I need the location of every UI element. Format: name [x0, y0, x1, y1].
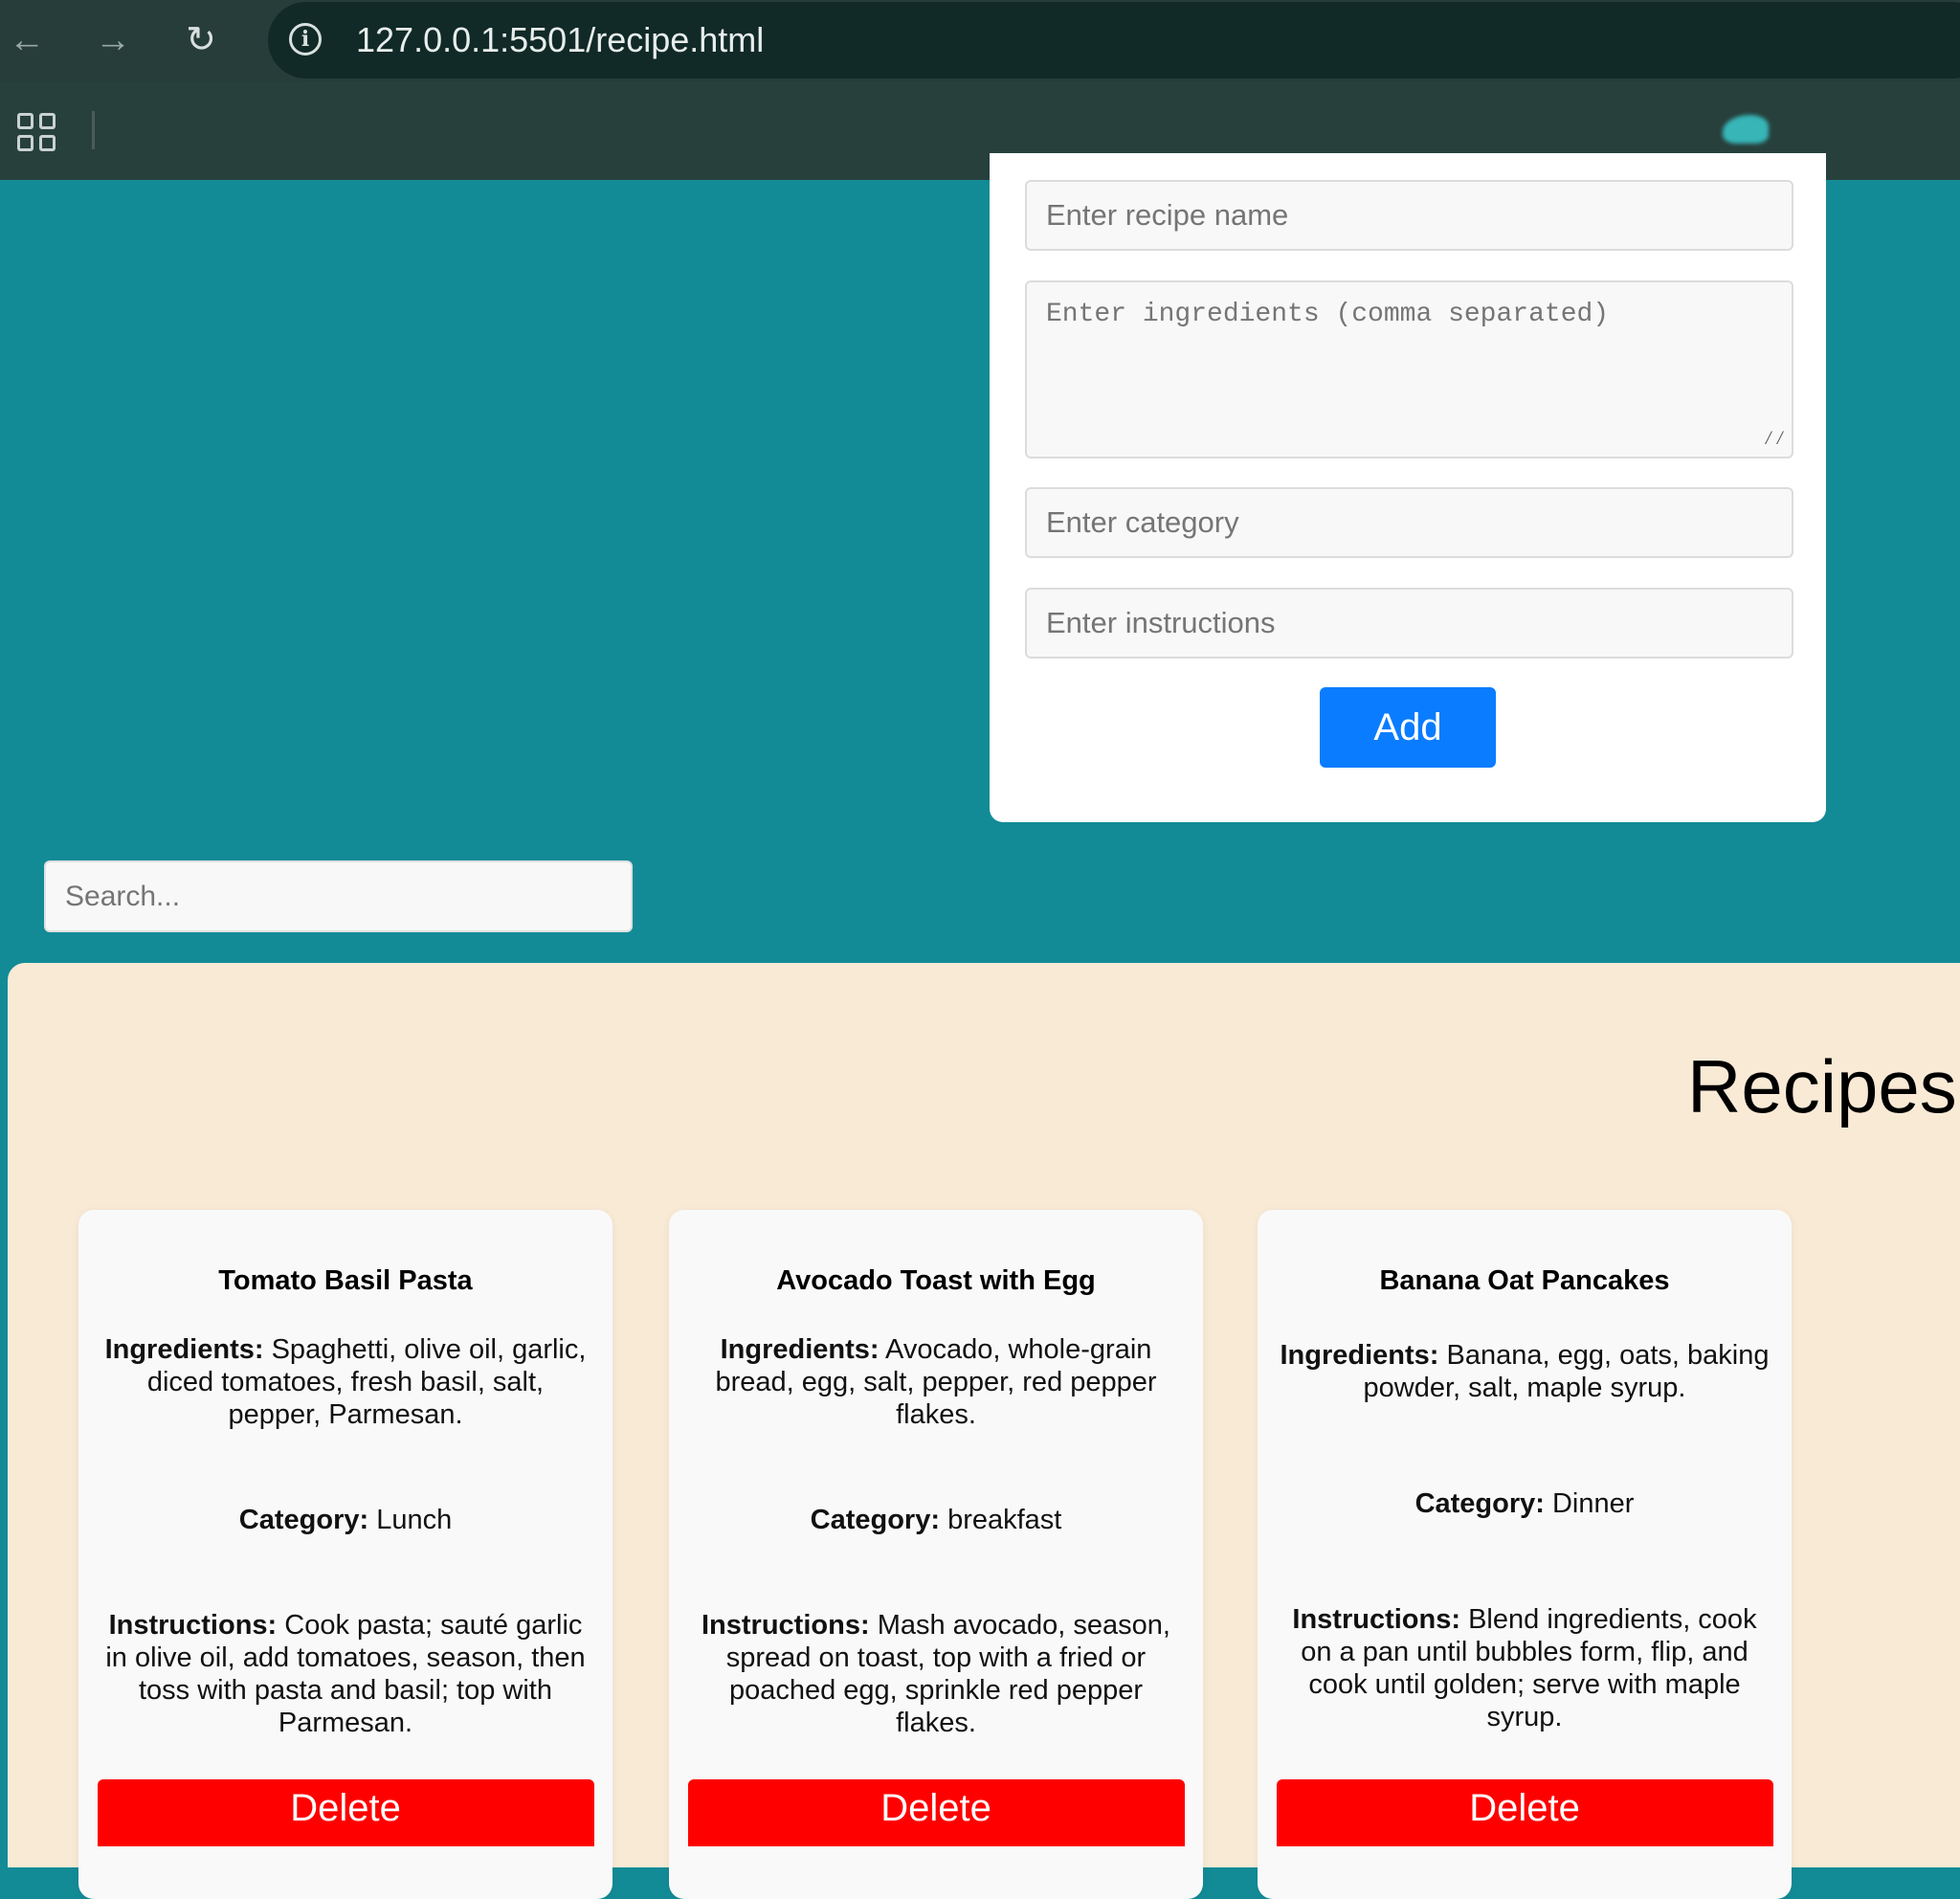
apps-grid-icon[interactable] — [17, 113, 56, 151]
recipe-title: Banana Oat Pancakes — [1379, 1265, 1670, 1296]
instructions-input[interactable]: Enter instructions — [1025, 588, 1793, 659]
url-text[interactable]: 127.0.0.1:5501/recipe.html — [356, 19, 764, 61]
recipe-category: Category: breakfast — [810, 1505, 1062, 1535]
recipe-category: Category: Dinner — [1414, 1487, 1635, 1519]
search-input[interactable]: Search... — [44, 860, 633, 932]
recipe-card: Banana Oat Pancakes Ingredients: Banana,… — [1258, 1210, 1792, 1899]
recipe-title: Avocado Toast with Egg — [776, 1265, 1096, 1296]
delete-button[interactable]: Delete — [1276, 1779, 1773, 1846]
resize-handle-icon[interactable]: ⁄⁄ — [1763, 429, 1786, 451]
recipe-name-input[interactable]: Enter recipe name — [1025, 180, 1793, 251]
recipe-instructions: Instructions: Mash avocado, season, spre… — [702, 1610, 1170, 1738]
recipe-ingredients: Ingredients: Banana, egg, oats, baking p… — [1280, 1339, 1770, 1403]
browser-toolbar: ← → ↻ i 127.0.0.1:5501/recipe.html — [0, 0, 1960, 81]
recipe-card: Avocado Toast with Egg Ingredients: Avoc… — [669, 1210, 1203, 1899]
category-input[interactable]: Enter category — [1025, 487, 1793, 558]
recipe-category: Category: Lunch — [238, 1505, 453, 1535]
delete-button[interactable]: Delete — [687, 1779, 1185, 1846]
recipe-ingredients: Ingredients: Avocado, whole-grain bread,… — [715, 1334, 1157, 1430]
add-button[interactable]: Add — [1320, 687, 1496, 768]
recipe-instructions: Instructions: Cook pasta; sauté garlic i… — [105, 1610, 586, 1738]
site-info-icon[interactable]: i — [289, 23, 322, 56]
ingredients-placeholder: Enter ingredients (comma separated) — [1046, 300, 1610, 329]
bookmarks-divider — [92, 111, 95, 149]
delete-button[interactable]: Delete — [97, 1779, 594, 1846]
recipe-instructions: Instructions: Blend ingredients, cook on… — [1292, 1604, 1757, 1733]
forward-arrow-icon[interactable]: → — [90, 17, 136, 63]
ingredients-textarea[interactable]: Enter ingredients (comma separated) ⁄⁄ — [1025, 280, 1793, 458]
recipes-heading: Recipes — [1687, 1044, 1957, 1128]
recipe-title: Tomato Basil Pasta — [218, 1265, 473, 1296]
recipe-ingredients: Ingredients: Spaghetti, olive oil, garli… — [104, 1334, 587, 1430]
back-arrow-icon[interactable]: ← — [4, 17, 50, 63]
recipe-card: Tomato Basil Pasta Ingredients: Spaghett… — [78, 1210, 612, 1899]
reload-icon[interactable]: ↻ — [178, 17, 224, 63]
bookmark-favicon-icon[interactable] — [1723, 115, 1769, 144]
